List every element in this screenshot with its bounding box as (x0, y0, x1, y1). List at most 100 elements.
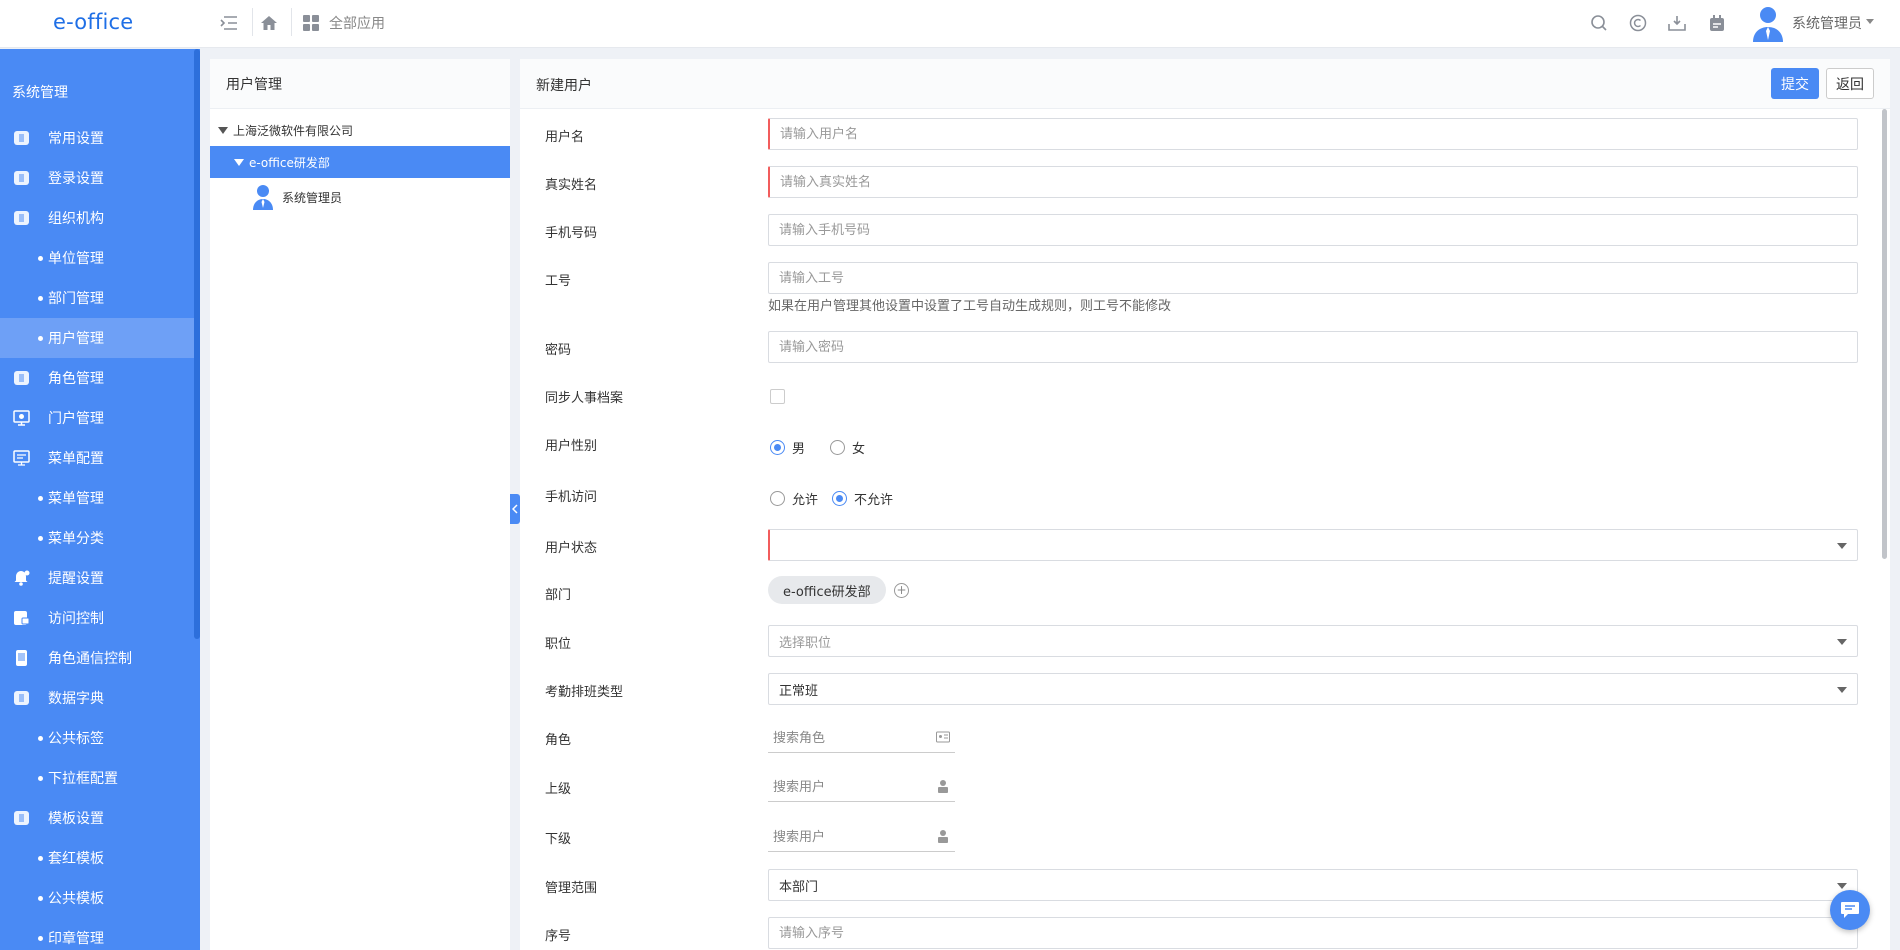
sidebar-item-portal-management[interactable]: 门户管理 (0, 398, 194, 438)
department-chip[interactable]: e-office研发部 (768, 576, 886, 604)
role-label: 角色 (545, 733, 572, 748)
sidebar-item-label: 访问控制 (48, 611, 104, 627)
sidebar-item-label: 单位管理 (48, 251, 104, 267)
position-label: 职位 (545, 637, 572, 652)
bullet-icon (38, 536, 43, 541)
sidebar-item-org-structure[interactable]: 组织机构 (0, 198, 194, 238)
role-search-field[interactable]: 搜索角色 (768, 721, 955, 753)
chevron-down-icon[interactable] (1837, 639, 1847, 645)
chevron-down-icon[interactable] (1837, 883, 1847, 889)
sync-hr-checkbox[interactable] (770, 389, 785, 404)
sidebar-item-template-settings[interactable]: 模板设置 (0, 798, 194, 838)
sidebar-item-label: 公共标签 (48, 731, 104, 747)
position-select[interactable]: 选择职位 (768, 625, 1858, 657)
sidebar-item-dept-management[interactable]: 部门管理 (0, 278, 194, 318)
chevron-down-icon[interactable] (1837, 687, 1847, 693)
sidebar-scrollbar[interactable] (194, 49, 200, 639)
all-apps-link[interactable]: 全部应用 (329, 13, 385, 33)
expand-triangle-icon[interactable] (218, 126, 228, 134)
scope-select[interactable]: 本部门 (768, 869, 1858, 901)
superior-search-field[interactable]: 搜索用户 (768, 770, 955, 802)
tree-node-company[interactable]: 上海泛微软件有限公司 (210, 114, 510, 146)
back-button[interactable]: 返回 (1826, 68, 1874, 99)
tree-node-department[interactable]: e-office研发部 (210, 146, 510, 178)
sidebar-item-seal-management[interactable]: 印章管理 (0, 918, 194, 950)
sidebar-item-label: 角色通信控制 (48, 651, 132, 667)
sidebar-item-reminder-settings[interactable]: 提醒设置 (0, 558, 194, 598)
gender-male-radio[interactable]: 男 (770, 438, 805, 457)
collapse-panel-button[interactable] (510, 494, 520, 524)
attendance-select[interactable]: 正常班 (768, 673, 1858, 705)
mobile-field[interactable] (768, 214, 1858, 246)
subordinate-search-field[interactable]: 搜索用户 (768, 820, 955, 852)
bullet-icon (38, 856, 43, 861)
sidebar-item-label: 下拉框配置 (48, 771, 118, 787)
job-no-help-text: 如果在用户管理其他设置中设置了工号自动生成规则，则工号不能修改 (768, 299, 1172, 314)
user-avatar-icon (252, 184, 274, 210)
realname-field[interactable] (768, 166, 1858, 198)
sidebar-item-dropdown-config[interactable]: 下拉框配置 (0, 758, 194, 798)
sidebar-item-user-management[interactable]: 用户管理 (0, 318, 194, 358)
mobile-access-allow-radio[interactable]: 允许 (770, 489, 818, 508)
sidebar-item-common-settings[interactable]: 常用设置 (0, 118, 194, 158)
scope-label: 管理范围 (545, 881, 598, 896)
search-icon[interactable] (1588, 12, 1610, 34)
radio-unchecked-icon[interactable] (830, 440, 845, 455)
sidebar-item-red-template[interactable]: 套红模板 (0, 838, 194, 878)
user-icon[interactable] (936, 829, 950, 843)
form-scrollbar[interactable] (1882, 109, 1887, 559)
sidebar-item-unit-management[interactable]: 单位管理 (0, 238, 194, 278)
radio-unchecked-icon[interactable] (770, 491, 785, 506)
avatar[interactable] (1750, 4, 1786, 42)
order-field[interactable] (768, 917, 1858, 949)
sidebar-item-login-settings[interactable]: 登录设置 (0, 158, 194, 198)
menu-toggle-icon[interactable] (218, 12, 240, 34)
sidebar-item-public-tags[interactable]: 公共标签 (0, 718, 194, 758)
download-icon[interactable] (1666, 12, 1688, 34)
sidebar-item-public-template[interactable]: 公共模板 (0, 878, 194, 918)
org-tree-panel: 用户管理 上海泛微软件有限公司 e-office研发部 系统管理员 (210, 59, 510, 950)
username-field[interactable] (768, 118, 1858, 150)
sidebar-item-label: 用户管理 (48, 331, 104, 347)
submit-button[interactable]: 提交 (1771, 68, 1819, 99)
chat-button[interactable] (1830, 890, 1870, 930)
home-icon[interactable] (258, 12, 280, 34)
password-field[interactable] (768, 331, 1858, 363)
calendar-icon[interactable] (1706, 12, 1728, 34)
grid-apps-icon[interactable] (300, 12, 322, 34)
chevron-down-icon[interactable] (1837, 543, 1847, 549)
user-icon[interactable] (936, 779, 950, 793)
bullet-icon (38, 736, 43, 741)
mobile-access-label: 手机访问 (545, 490, 598, 505)
sidebar-item-menu-management[interactable]: 菜单管理 (0, 478, 194, 518)
id-card-icon[interactable] (936, 730, 950, 744)
status-select[interactable] (768, 529, 1858, 561)
user-name[interactable]: 系统管理员 (1792, 13, 1862, 33)
department-label: 部门 (545, 588, 572, 603)
sidebar-item-role-management[interactable]: 角色管理 (0, 358, 194, 398)
search-placeholder: 搜索用户 (773, 780, 826, 795)
copyright-icon[interactable] (1627, 12, 1649, 34)
add-department-icon[interactable]: + (894, 583, 909, 598)
chevron-down-icon[interactable] (1866, 19, 1874, 24)
login-square-icon (13, 170, 30, 186)
expand-triangle-icon[interactable] (234, 158, 244, 166)
divider (252, 8, 253, 36)
app-logo[interactable]: e-office (53, 10, 133, 34)
sidebar-item-label: 印章管理 (48, 931, 104, 947)
radio-checked-icon[interactable] (832, 491, 847, 506)
sidebar-item-menu-config[interactable]: 菜单配置 (0, 438, 194, 478)
job-no-field[interactable] (768, 262, 1858, 294)
chat-bubble-icon (1841, 902, 1859, 918)
sidebar-item-access-control[interactable]: 访问控制 (0, 598, 194, 638)
tree-node-user[interactable]: 系统管理员 (210, 181, 510, 213)
sidebar-item-menu-category[interactable]: 菜单分类 (0, 518, 194, 558)
sidebar-item-data-dictionary[interactable]: 数据字典 (0, 678, 194, 718)
radio-checked-icon[interactable] (770, 440, 785, 455)
gender-female-radio[interactable]: 女 (830, 438, 865, 457)
sidebar-item-label: 提醒设置 (48, 571, 104, 587)
job-no-label: 工号 (545, 274, 572, 289)
mobile-access-deny-radio[interactable]: 不允许 (832, 489, 893, 508)
sidebar-item-role-communication[interactable]: 角色通信控制 (0, 638, 194, 678)
org-square-icon (13, 210, 30, 226)
